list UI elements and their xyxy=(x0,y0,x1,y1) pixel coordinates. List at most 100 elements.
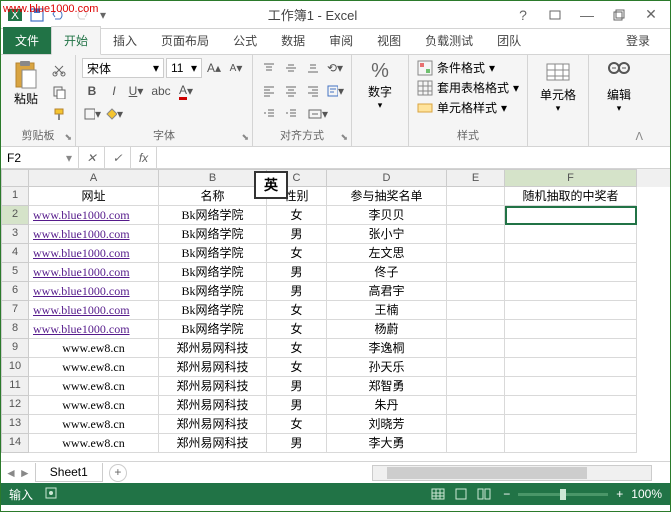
cell-name[interactable]: Bk网络学院 xyxy=(159,263,267,282)
row-header[interactable]: 9 xyxy=(1,339,29,358)
cell-f[interactable] xyxy=(505,244,637,263)
col-header-b[interactable]: B xyxy=(159,169,267,187)
row-header[interactable]: 4 xyxy=(1,244,29,263)
cell-f1[interactable]: 随机抽取的中奖者 xyxy=(505,187,637,206)
sheet-tab-1[interactable]: Sheet1 xyxy=(35,463,103,482)
cell-participant[interactable]: 郑智勇 xyxy=(327,377,447,396)
cell-url[interactable]: www.blue1000.com xyxy=(29,225,159,244)
col-header-e[interactable]: E xyxy=(447,169,505,187)
cell-b1[interactable]: 名称 xyxy=(159,187,267,206)
cell-gender[interactable]: 女 xyxy=(267,301,327,320)
cell-url[interactable]: www.ew8.cn xyxy=(29,434,159,453)
cell-f[interactable] xyxy=(505,415,637,434)
clipboard-launcher-icon[interactable]: ⬊ xyxy=(64,132,72,143)
cell-e[interactable] xyxy=(447,320,505,339)
cancel-icon[interactable]: ✕ xyxy=(79,147,105,168)
view-pagelayout-icon[interactable] xyxy=(450,486,472,502)
cell-gender[interactable]: 男 xyxy=(267,396,327,415)
tab-insert[interactable]: 插入 xyxy=(101,27,149,54)
cell-participant[interactable]: 张小宁 xyxy=(327,225,447,244)
enter-icon[interactable]: ✓ xyxy=(105,147,131,168)
copy-icon[interactable] xyxy=(49,82,69,102)
horizontal-scrollbar[interactable] xyxy=(372,465,652,481)
cell-f[interactable] xyxy=(505,301,637,320)
cell-name[interactable]: Bk网络学院 xyxy=(159,244,267,263)
row-header[interactable]: 5 xyxy=(1,263,29,282)
sheet-nav-next-icon[interactable]: ► xyxy=(19,466,31,480)
help-icon[interactable]: ? xyxy=(508,5,538,25)
cell-f[interactable] xyxy=(505,282,637,301)
row-header[interactable]: 12 xyxy=(1,396,29,415)
cell-name[interactable]: Bk网络学院 xyxy=(159,225,267,244)
row-header[interactable]: 8 xyxy=(1,320,29,339)
conditional-format-button[interactable]: 条件格式▾ xyxy=(415,58,521,77)
cell-gender[interactable]: 女 xyxy=(267,320,327,339)
row-header[interactable]: 7 xyxy=(1,301,29,320)
cell-f[interactable] xyxy=(505,358,637,377)
increase-indent-icon[interactable] xyxy=(281,104,301,124)
cell-f[interactable] xyxy=(505,396,637,415)
cell-url[interactable]: www.ew8.cn xyxy=(29,358,159,377)
cell-gender[interactable]: 男 xyxy=(267,377,327,396)
cell-participant[interactable]: 左文思 xyxy=(327,244,447,263)
tab-file[interactable]: 文件 xyxy=(3,27,51,54)
tab-data[interactable]: 数据 xyxy=(269,27,317,54)
cell-name[interactable]: Bk网络学院 xyxy=(159,206,267,225)
merge-icon[interactable]: ▾ xyxy=(303,104,333,124)
cell-f[interactable] xyxy=(505,263,637,282)
decrease-indent-icon[interactable] xyxy=(259,104,279,124)
cell-gender[interactable]: 女 xyxy=(267,244,327,263)
cell-e[interactable] xyxy=(447,377,505,396)
cell-styles-button[interactable]: 单元格样式▾ xyxy=(415,98,521,117)
cell-gender[interactable]: 女 xyxy=(267,339,327,358)
cell-name[interactable]: Bk网络学院 xyxy=(159,301,267,320)
cell-url[interactable]: www.ew8.cn xyxy=(29,339,159,358)
increase-font-icon[interactable]: A▴ xyxy=(204,58,224,78)
cell-gender[interactable]: 女 xyxy=(267,358,327,377)
font-size-combo[interactable]: 11▾ xyxy=(166,58,202,78)
cell-e[interactable] xyxy=(447,358,505,377)
fx-icon[interactable]: fx xyxy=(131,147,157,168)
font-launcher-icon[interactable]: ⬊ xyxy=(241,132,249,143)
cell-gender[interactable]: 女 xyxy=(267,206,327,225)
row-header[interactable]: 3 xyxy=(1,225,29,244)
add-sheet-icon[interactable]: + xyxy=(109,464,127,482)
cell-url[interactable]: www.blue1000.com xyxy=(29,301,159,320)
cell-url[interactable]: www.ew8.cn xyxy=(29,415,159,434)
phonetic-icon[interactable]: abc xyxy=(148,81,174,101)
border-icon[interactable]: ▾ xyxy=(82,104,102,124)
col-header-f[interactable]: F xyxy=(505,169,637,187)
formula-input[interactable] xyxy=(157,147,670,168)
cell-participant[interactable]: 杨蔚 xyxy=(327,320,447,339)
row-header[interactable]: 6 xyxy=(1,282,29,301)
view-pagebreak-icon[interactable] xyxy=(473,486,495,502)
cell-url[interactable]: www.blue1000.com xyxy=(29,244,159,263)
align-left-icon[interactable] xyxy=(259,81,279,101)
sheet-nav-prev-icon[interactable]: ◄ xyxy=(5,466,17,480)
tab-layout[interactable]: 页面布局 xyxy=(149,27,221,54)
cell-f[interactable] xyxy=(505,320,637,339)
name-box[interactable]: F2▾ xyxy=(1,147,79,168)
number-format-button[interactable]: % 数字 ▾ xyxy=(358,58,402,113)
tab-formulas[interactable]: 公式 xyxy=(221,27,269,54)
orientation-icon[interactable]: ⟲▾ xyxy=(325,58,345,78)
cell-url[interactable]: www.blue1000.com xyxy=(29,206,159,225)
cell-e[interactable] xyxy=(447,415,505,434)
cell-url[interactable]: www.ew8.cn xyxy=(29,396,159,415)
cell-gender[interactable]: 男 xyxy=(267,225,327,244)
cell-e[interactable] xyxy=(447,396,505,415)
cell-f[interactable] xyxy=(505,434,637,453)
wrap-text-icon[interactable]: ▾ xyxy=(325,81,345,101)
col-header-a[interactable]: A xyxy=(29,169,159,187)
bold-icon[interactable]: B xyxy=(82,81,102,101)
row-header[interactable]: 1 xyxy=(1,187,29,206)
paste-button[interactable]: 粘贴 xyxy=(7,58,45,107)
tab-view[interactable]: 视图 xyxy=(365,27,413,54)
tab-review[interactable]: 审阅 xyxy=(317,27,365,54)
cell-e[interactable] xyxy=(447,206,505,225)
align-right-icon[interactable] xyxy=(303,81,323,101)
macro-record-icon[interactable] xyxy=(45,487,57,502)
cell-name[interactable]: 郑州易网科技 xyxy=(159,377,267,396)
cell-participant[interactable]: 李逸桐 xyxy=(327,339,447,358)
cell-e[interactable] xyxy=(447,434,505,453)
